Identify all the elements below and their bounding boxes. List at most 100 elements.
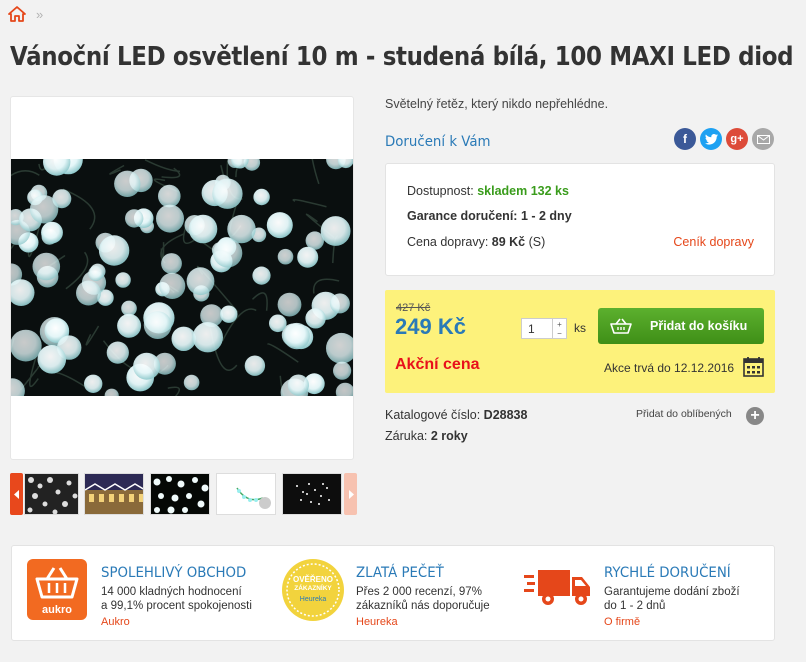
catalog-value: D28838: [483, 408, 528, 422]
led-bulb: [84, 374, 103, 393]
add-to-favorites-link[interactable]: Přidat do oblíbených: [636, 408, 732, 420]
quantity-step-buttons[interactable]: + −: [552, 319, 566, 338]
heureka-seal-icon: OVĚŘENO ZÁKAZNÍKY Heureka: [282, 559, 344, 621]
shipping-label: Cena dopravy:: [407, 235, 492, 249]
thumbnail-5[interactable]: [282, 473, 342, 515]
led-bulb: [88, 265, 104, 282]
trust-title-reliable: SPOLEHLIVÝ OBCHOD: [101, 565, 247, 581]
chevron-left-icon: [13, 489, 19, 499]
led-bulb: [329, 293, 350, 314]
led-lights-photo: [11, 159, 353, 396]
led-bulb: [41, 221, 63, 244]
old-price: 427 Kč: [396, 302, 431, 314]
led-bulb: [156, 204, 184, 233]
home-icon[interactable]: [8, 6, 26, 22]
trust-text-delivery-2: do 1 - 2 dnů: [604, 600, 666, 612]
breadcrumb-separator: »: [36, 6, 44, 22]
social-share: f g+: [674, 128, 774, 150]
sale-until: Akce trvá do 12.12.2016: [604, 361, 735, 375]
led-bulb: [297, 246, 319, 268]
availability-value: skladem 132 ks: [477, 184, 569, 198]
shipping-suffix: (S): [525, 235, 546, 249]
add-to-cart-button[interactable]: Přidat do košíku: [598, 308, 764, 344]
shipping-pricelist-link[interactable]: Ceník dopravy: [673, 235, 754, 249]
trust-text-reliable-2: a 99,1% procent spokojenosti: [101, 600, 252, 612]
breadcrumb: »: [8, 4, 43, 24]
led-bulb: [266, 212, 293, 239]
plus-icon[interactable]: +: [557, 320, 562, 329]
quantity-stepper[interactable]: 1 + −: [521, 318, 567, 339]
led-bulb: [188, 214, 218, 244]
thumbnail-image: [217, 474, 275, 514]
led-bulb: [253, 188, 270, 206]
led-bulb: [212, 178, 243, 209]
led-bulb: [320, 216, 351, 246]
quantity-unit: ks: [574, 321, 586, 335]
thumbnail-prev-button[interactable]: [10, 473, 23, 515]
catalog-number: Katalogové číslo: D28838: [385, 408, 527, 422]
trust-title-seal: ZLATÁ PEČEŤ: [356, 565, 444, 581]
thumbnail-4[interactable]: [216, 473, 276, 515]
led-bulb: [37, 345, 67, 374]
plus-circle-icon[interactable]: +: [746, 407, 764, 425]
chevron-right-icon: [348, 489, 354, 499]
guarantee-row: Garance doručení: 1 - 2 dny: [407, 209, 572, 223]
led-bulb: [227, 214, 256, 244]
price-box: 427 Kč 249 Kč 1 + − ks Přidat do košíku A…: [385, 290, 775, 393]
trust-text-seal-1: Přes 2 000 recenzí, 97%: [356, 586, 482, 598]
led-bulb: [159, 272, 186, 299]
seal-text-customers: ZÁKAZNÍKY: [294, 583, 332, 592]
warranty: Záruka: 2 roky: [385, 429, 468, 443]
led-bulb: [98, 235, 130, 266]
thumbnail-next-button[interactable]: [344, 473, 357, 515]
thumbnail-image: [25, 474, 78, 514]
google-plus-icon[interactable]: g+: [726, 128, 748, 150]
trust-text-reliable-1: 14 000 kladných hodnocení: [101, 586, 242, 598]
thumbnail-1[interactable]: [24, 473, 79, 515]
shipping-value: 89 Kč: [491, 235, 526, 249]
minus-icon[interactable]: −: [557, 329, 562, 338]
led-bulb: [192, 322, 223, 353]
delivery-title: Doručení k Vám: [385, 134, 491, 150]
thumbnail-2[interactable]: [84, 473, 144, 515]
delivery-truck-icon: [524, 570, 590, 605]
led-bulb: [125, 209, 144, 228]
guarantee-value: 1 - 2 dny: [520, 209, 572, 223]
led-bulb: [76, 280, 101, 306]
email-icon[interactable]: [752, 128, 774, 150]
twitter-icon[interactable]: [700, 128, 722, 150]
led-bulb: [244, 355, 266, 376]
delivery-info-box: Dostupnost: skladem 132 ks Garance doruč…: [385, 163, 775, 276]
trust-link-about[interactable]: O firmě: [604, 616, 640, 628]
led-bulb: [333, 361, 352, 380]
led-bulb: [269, 314, 287, 333]
facebook-icon[interactable]: f: [674, 128, 696, 150]
led-bulb: [183, 374, 200, 391]
trust-link-heureka[interactable]: Heureka: [356, 616, 398, 628]
aukro-logo-text: aukro: [42, 604, 72, 616]
led-bulb: [115, 272, 131, 288]
quantity-input[interactable]: 1: [522, 319, 552, 338]
led-bulb: [252, 266, 271, 285]
trust-bar: aukro SPOLEHLIVÝ OBCHOD 14 000 kladných …: [11, 545, 775, 641]
availability-label: Dostupnost:: [407, 184, 478, 198]
led-bulb: [143, 311, 172, 339]
product-image-frame: [11, 97, 353, 459]
trust-link-aukro[interactable]: Aukro: [101, 616, 130, 628]
warranty-value: 2 roky: [430, 429, 468, 443]
short-description: Světelný řetěz, který nikdo nepřehlédne.: [385, 97, 609, 111]
trust-text-delivery-1: Garantujeme dodání zboží: [604, 586, 740, 598]
led-bulb: [117, 313, 142, 338]
led-bulb: [11, 329, 42, 362]
add-to-cart-label: Přidat do košíku: [650, 319, 748, 333]
led-bulb: [277, 292, 302, 317]
thumbnail-3[interactable]: [150, 473, 210, 515]
thumbnail-strip: [10, 473, 358, 515]
led-bulb: [171, 326, 196, 351]
trust-text-seal-2: zákazníků nás doporučuje: [356, 600, 490, 612]
current-price: 249 Kč: [395, 314, 466, 339]
led-bulb: [32, 252, 61, 281]
warranty-label: Záruka:: [385, 429, 431, 443]
led-bulb: [114, 170, 141, 197]
product-image[interactable]: [11, 159, 353, 396]
